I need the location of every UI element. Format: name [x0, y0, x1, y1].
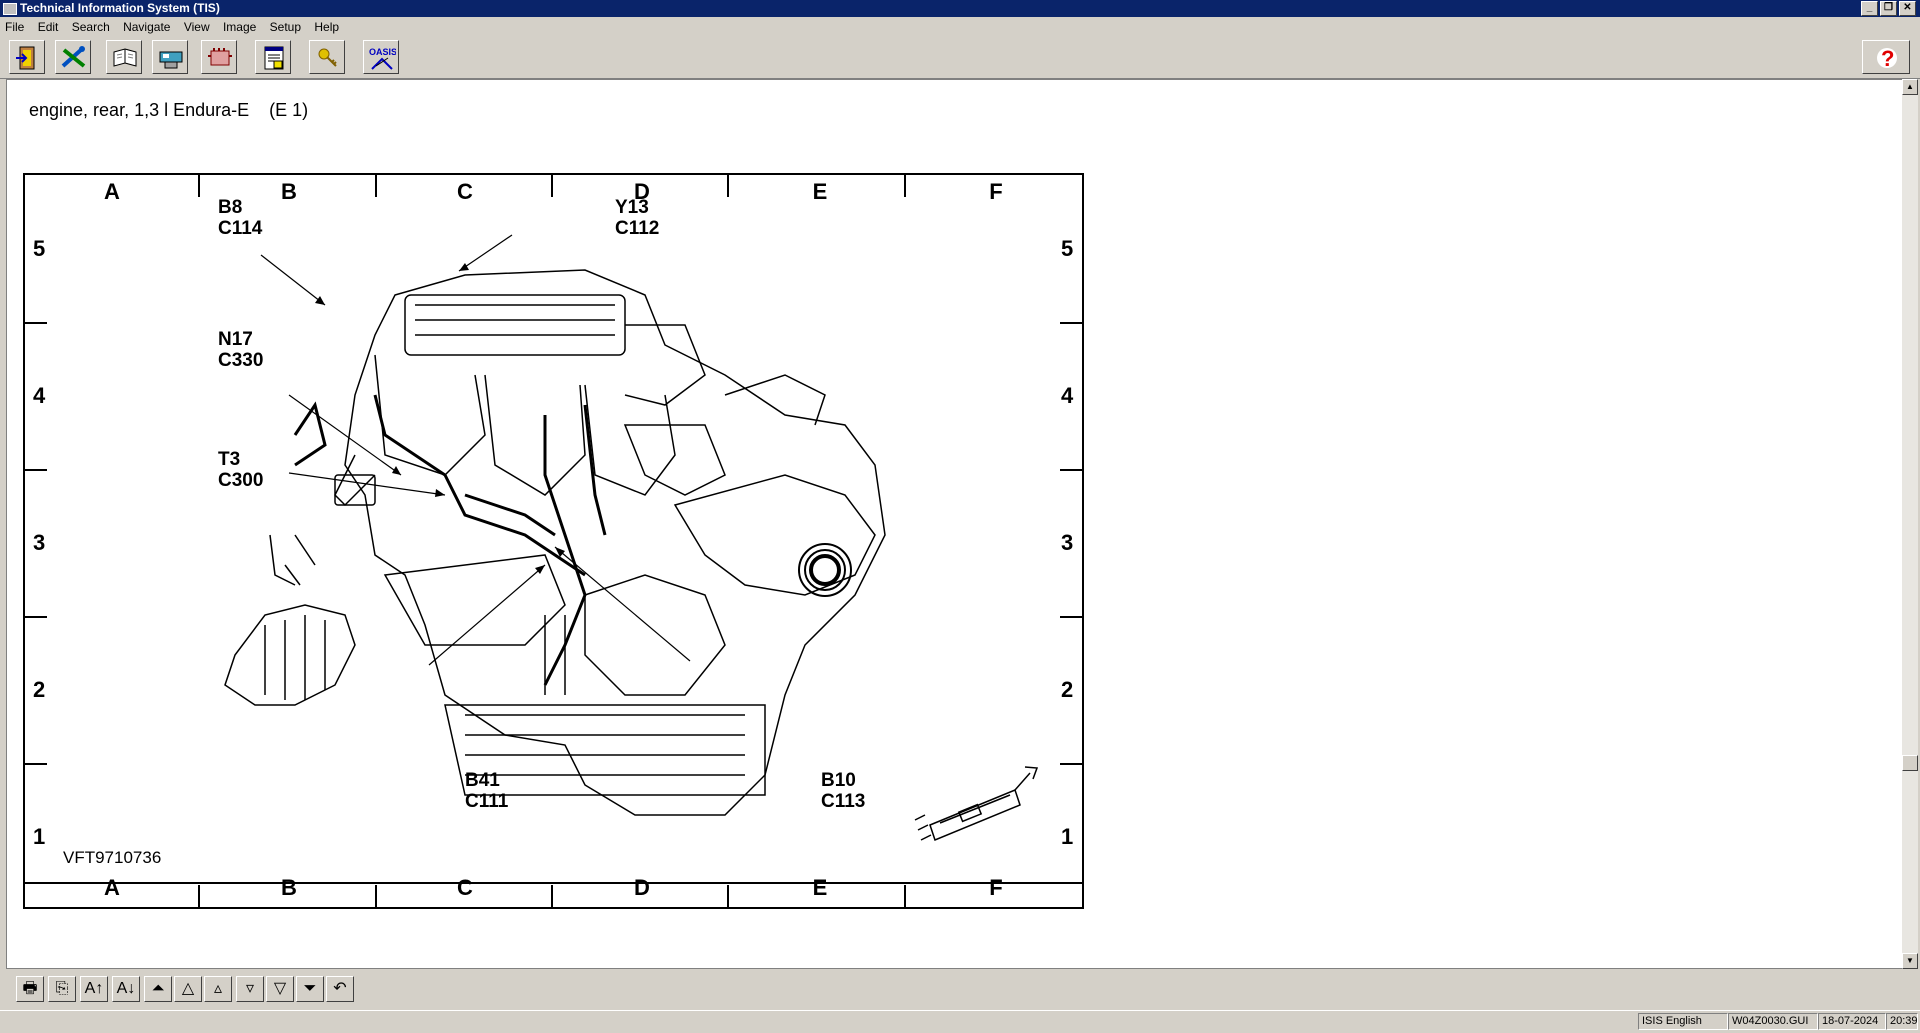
oasis-label: OASIS [369, 47, 396, 57]
close-button[interactable]: ✕ [1899, 1, 1916, 16]
menu-edit[interactable]: Edit [33, 17, 64, 37]
menu-help[interactable]: Help [309, 17, 344, 37]
copy-button[interactable]: ⎘ [48, 976, 76, 1002]
oasis-icon: OASIS [369, 47, 396, 70]
menu-file[interactable]: File [0, 17, 29, 37]
menu-setup[interactable]: Setup [265, 17, 306, 37]
back-button[interactable]: ↶ [326, 976, 354, 1002]
copy-icon: ⎘ [55, 980, 69, 997]
vehicle-icon [159, 51, 183, 69]
font-larger-icon: A↑ [84, 980, 104, 997]
wiring-harness [293, 394, 607, 686]
tools-icon [61, 46, 86, 68]
vertical-scrollbar[interactable]: ▲ ▼ [1902, 79, 1918, 969]
engine-icon [208, 48, 232, 66]
component-label-y13: Y13 C112 [615, 197, 660, 239]
key-icon [318, 48, 337, 67]
scroll-down-button[interactable]: ▼ [1902, 953, 1918, 969]
component-label-b8: B8 C114 [218, 197, 263, 239]
book-icon [113, 48, 137, 67]
menu-view[interactable]: View [179, 17, 215, 37]
callout-lines [260, 234, 691, 666]
key-button[interactable] [309, 40, 345, 74]
line-up-button[interactable]: ▵ [204, 976, 232, 1002]
figure-reference: VFT9710736 [63, 848, 162, 867]
restore-button[interactable]: ❐ [1880, 1, 1897, 16]
vehicle-button[interactable] [152, 40, 188, 74]
component-label-b41: B41 C111 [465, 770, 509, 812]
last-page-icon: ⏷ [303, 980, 317, 997]
first-page-button[interactable]: ⏶ [144, 976, 172, 1002]
font-smaller-button[interactable]: A↓ [112, 976, 140, 1002]
page-heading: engine, rear, 1,3 l Endura-E (E 1) [29, 100, 309, 120]
title-bar: Technical Information System (TIS) _ ❐ ✕ [0, 0, 1920, 17]
tools-button[interactable] [55, 40, 91, 74]
component-label-n17: N17 C330 [218, 329, 264, 371]
grid-ticks [25, 175, 1082, 907]
engine-drawing [25, 175, 1082, 907]
scroll-up-button[interactable]: ▲ [1902, 79, 1918, 95]
menu-image[interactable]: Image [218, 17, 261, 37]
page-up-icon: △ [181, 980, 195, 997]
status-date: 18-07-2024 [1818, 1013, 1886, 1030]
status-bar: ISIS English W04Z0030.GUI 18-07-2024 20:… [0, 1010, 1920, 1033]
exit-icon [16, 46, 35, 70]
sensor-detail [224, 474, 376, 706]
app-icon [3, 3, 17, 15]
menu-bar: File Edit Search Navigate View Image Set… [0, 17, 1920, 37]
status-time: 20:39 [1886, 1013, 1918, 1030]
main-toolbar: OASIS ? [0, 37, 1920, 79]
back-icon: ↶ [333, 980, 347, 997]
window-title: Technical Information System (TIS) [20, 1, 220, 15]
menu-search[interactable]: Search [67, 17, 115, 37]
minimize-button[interactable]: _ [1861, 1, 1878, 16]
print-icon: 🖶 [22, 980, 38, 997]
status-file: W04Z0030.GUI [1728, 1013, 1818, 1030]
svg-text:?: ? [1881, 46, 1894, 71]
line-down-button[interactable]: ▿ [236, 976, 264, 1002]
last-page-button[interactable]: ⏷ [296, 976, 324, 1002]
component-label-t3: T3 C300 [218, 449, 264, 491]
help-icon: ? [1877, 46, 1897, 71]
engine-diagram: A B C D E F A B C D E F 5 4 3 2 1 5 4 3 … [23, 173, 1084, 909]
page-down-button[interactable]: ▽ [266, 976, 294, 1002]
line-down-icon: ▿ [245, 980, 255, 997]
vehicle-direction-icon [914, 766, 1039, 841]
callout-arrowheads [315, 263, 565, 574]
help-button[interactable]: ? [1862, 40, 1910, 74]
page-down-icon: ▽ [273, 980, 287, 997]
document-button[interactable] [255, 40, 291, 74]
oasis-button[interactable]: OASIS [363, 40, 399, 74]
component-label-b10: B10 C113 [821, 770, 866, 812]
flywheel [798, 543, 852, 597]
line-up-icon: ▵ [213, 980, 223, 997]
scroll-thumb[interactable] [1902, 755, 1918, 771]
exit-button[interactable] [9, 40, 45, 74]
status-language: ISIS English [1638, 1013, 1728, 1030]
print-button[interactable]: 🖶 [16, 976, 44, 1002]
engine-button[interactable] [201, 40, 237, 74]
page-up-button[interactable]: △ [174, 976, 202, 1002]
engine-outline [334, 269, 886, 816]
menu-navigate[interactable]: Navigate [118, 17, 175, 37]
book-button[interactable] [106, 40, 142, 74]
document-icon [264, 46, 284, 70]
font-larger-button[interactable]: A↑ [80, 976, 108, 1002]
font-smaller-icon: A↓ [116, 980, 136, 997]
first-page-icon: ⏶ [151, 980, 165, 997]
navigation-toolbar: 🖶 ⎘ A↑ A↓ ⏶ △ ▵ ▿ ▽ ⏷ ↶ [0, 970, 1920, 1010]
